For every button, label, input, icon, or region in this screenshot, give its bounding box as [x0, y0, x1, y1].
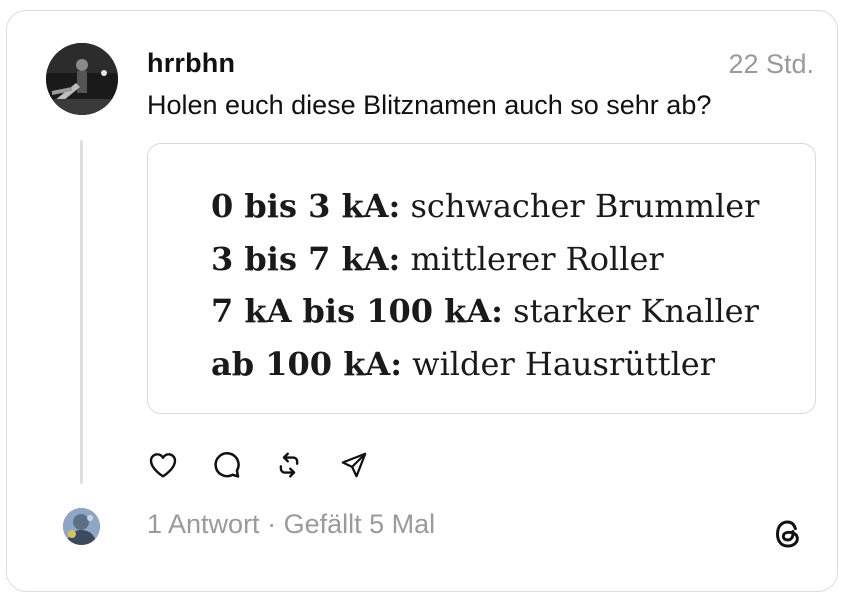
threads-logo-icon[interactable] [770, 516, 806, 552]
author-username[interactable]: hrrbhn [147, 48, 235, 79]
repost-button[interactable] [271, 447, 307, 483]
image-line-2: 3 bis 7 kA: mittlerer Roller [211, 239, 664, 278]
comment-icon [214, 451, 240, 478]
like-button[interactable] [145, 447, 181, 483]
repost-icon [279, 452, 299, 478]
send-icon [341, 452, 367, 478]
replies-count[interactable]: 1 Antwort [147, 509, 260, 539]
stats-separator: · [259, 509, 284, 539]
image-line-3: 7 kA bis 100 kA: starker Knaller [211, 292, 759, 330]
image-text: 0 bis 3 kA: schwacher Brummler 3 bis 7 k… [211, 180, 759, 390]
author-avatar[interactable] [46, 43, 118, 115]
image-line-1: 0 bis 3 kA: schwacher Brummler [211, 187, 760, 225]
likes-count[interactable]: Gefällt 5 Mal [284, 509, 436, 539]
post-timestamp[interactable]: 22 Std. [728, 49, 814, 80]
thread-line [80, 140, 83, 484]
post-text: Holen euch diese Blitznamen auch so sehr… [147, 90, 712, 120]
replier-avatar[interactable] [63, 508, 100, 545]
heart-icon [149, 453, 177, 478]
post-image[interactable]: 0 bis 3 kA: schwacher Brummler 3 bis 7 k… [147, 143, 816, 414]
image-line-4: ab 100 kA: wilder Hausrüttler [211, 344, 716, 383]
share-button[interactable] [336, 447, 372, 483]
reply-button[interactable] [208, 447, 244, 483]
post-stats: 1 Antwort · Gefällt 5 Mal [147, 509, 435, 540]
